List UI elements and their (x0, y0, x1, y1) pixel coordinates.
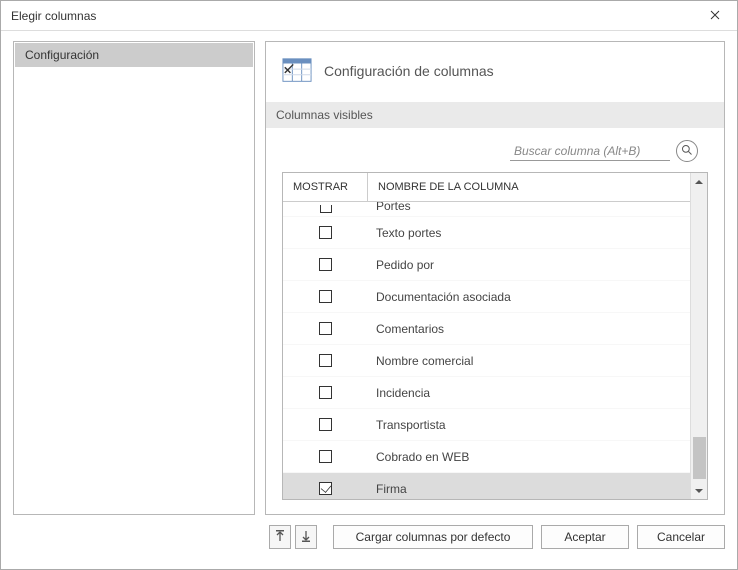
section-title: Configuración de columnas (324, 63, 494, 79)
show-checkbox[interactable] (319, 386, 332, 399)
table-row[interactable]: Transportista (283, 409, 690, 441)
cell-show (283, 322, 368, 335)
show-checkbox[interactable] (320, 205, 332, 213)
show-checkbox[interactable] (319, 354, 332, 367)
reorder-buttons (269, 525, 317, 549)
cell-column-name: Documentación asociada (368, 290, 690, 304)
cell-show (283, 226, 368, 239)
cell-column-name: Comentarios (368, 322, 690, 336)
scroll-down-button[interactable] (691, 482, 707, 499)
table-body: Portes Texto portes Pedido por Documentació… (283, 202, 690, 499)
scroll-up-button[interactable] (691, 173, 707, 190)
cell-column-name: Nombre comercial (368, 354, 690, 368)
move-down-button[interactable] (295, 525, 317, 549)
search-icon (681, 144, 693, 159)
load-defaults-button[interactable]: Cargar columnas por defecto (333, 525, 533, 549)
chevron-up-icon (695, 175, 703, 189)
cell-show (283, 290, 368, 303)
table-row[interactable]: Firma (283, 473, 690, 499)
table-row[interactable]: Portes (283, 202, 690, 217)
cell-column-name: Cobrado en WEB (368, 450, 690, 464)
search-input[interactable] (510, 142, 670, 161)
cell-column-name: Pedido por (368, 258, 690, 272)
cell-column-name: Firma (368, 482, 690, 496)
cell-column-name: Portes (368, 202, 690, 210)
show-checkbox[interactable] (319, 290, 332, 303)
cell-show (283, 418, 368, 431)
show-checkbox[interactable] (319, 418, 332, 431)
vertical-scrollbar[interactable] (690, 173, 707, 499)
sidebar: Configuración (13, 41, 255, 515)
table-row[interactable]: Pedido por (283, 249, 690, 281)
col-header-show[interactable]: MOSTRAR (283, 173, 368, 201)
cell-show (283, 258, 368, 271)
cell-column-name: Transportista (368, 418, 690, 432)
section-header: Configuración de columnas (282, 56, 708, 86)
table-row[interactable]: Texto portes (283, 217, 690, 249)
cell-column-name: Incidencia (368, 386, 690, 400)
sidebar-item-configuracion[interactable]: Configuración (15, 43, 253, 67)
show-checkbox[interactable] (319, 482, 332, 495)
main-panel: Configuración de columnas Columnas visib… (265, 41, 725, 515)
show-checkbox[interactable] (319, 322, 332, 335)
cell-show (283, 354, 368, 367)
table-row[interactable]: Comentarios (283, 313, 690, 345)
cell-column-name: Texto portes (368, 226, 690, 240)
move-up-button[interactable] (269, 525, 291, 549)
table-row[interactable]: Nombre comercial (283, 345, 690, 377)
dialog-body: Configuración Configuración de columnas … (1, 31, 737, 519)
cell-show (283, 205, 368, 213)
arrow-down-icon (301, 530, 311, 545)
table-header: MOSTRAR NOMBRE DE LA COLUMNA (283, 173, 690, 202)
search-row (282, 140, 708, 162)
columns-icon (282, 56, 312, 86)
arrow-up-icon (275, 530, 285, 545)
table-row[interactable]: Incidencia (283, 377, 690, 409)
title-bar: Elegir columnas (1, 1, 737, 31)
sub-header: Columnas visibles (266, 102, 724, 128)
dialog-footer: Cargar columnas por defecto Aceptar Canc… (1, 519, 737, 555)
columns-table: MOSTRAR NOMBRE DE LA COLUMNA Portes Texto… (282, 172, 708, 500)
scroll-thumb[interactable] (693, 437, 706, 479)
cell-show (283, 450, 368, 463)
chevron-down-icon (695, 484, 703, 498)
cancel-button[interactable]: Cancelar (637, 525, 725, 549)
sidebar-item-label: Configuración (25, 48, 99, 62)
close-icon (710, 9, 720, 23)
search-button[interactable] (676, 140, 698, 162)
table-row[interactable]: Documentación asociada (283, 281, 690, 313)
cell-show (283, 386, 368, 399)
table-row[interactable]: Cobrado en WEB (283, 441, 690, 473)
cell-show (283, 482, 368, 495)
table-scroll-area: MOSTRAR NOMBRE DE LA COLUMNA Portes Texto… (283, 173, 690, 499)
show-checkbox[interactable] (319, 450, 332, 463)
col-header-name[interactable]: NOMBRE DE LA COLUMNA (368, 173, 690, 201)
close-button[interactable] (695, 2, 735, 30)
show-checkbox[interactable] (319, 258, 332, 271)
accept-button[interactable]: Aceptar (541, 525, 629, 549)
show-checkbox[interactable] (319, 226, 332, 239)
window-title: Elegir columnas (11, 9, 96, 23)
